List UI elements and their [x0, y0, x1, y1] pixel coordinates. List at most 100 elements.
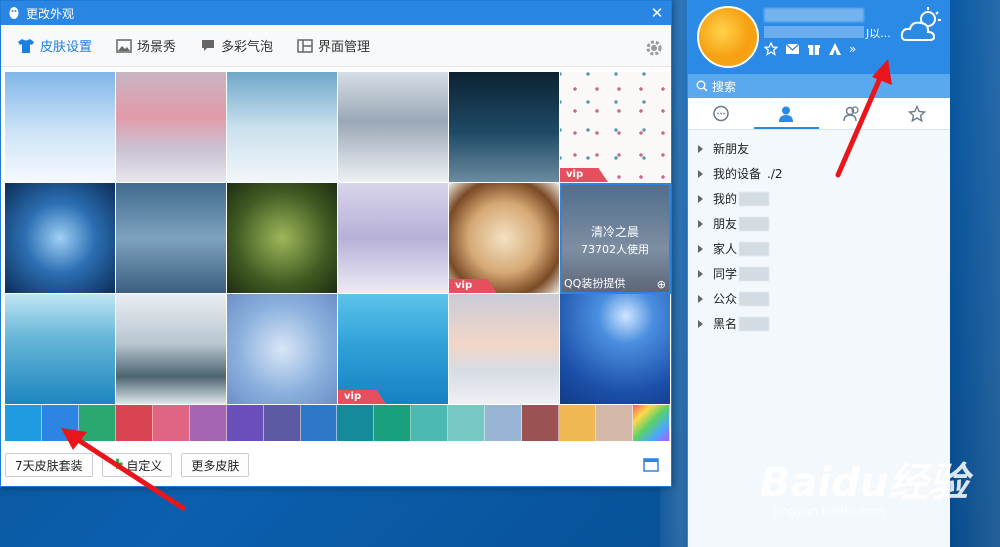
expand-triangle-icon — [698, 169, 703, 178]
baidu-jingyan-watermark: Baidu经验 jingyan.baidu.com — [760, 450, 968, 518]
color-swatch[interactable] — [411, 405, 449, 441]
contact-group[interactable]: 同学 — [688, 261, 950, 286]
contact-group[interactable]: 公众 — [688, 286, 950, 311]
header-icon-row: » — [764, 42, 856, 56]
color-swatch[interactable] — [448, 405, 486, 441]
group-label: 公众 — [713, 292, 738, 306]
skin-tile-sunset-boardwalk[interactable] — [449, 294, 560, 405]
color-swatch[interactable] — [559, 405, 596, 441]
group-label: 我的设备 — [713, 167, 762, 181]
bubble-icon — [202, 40, 215, 51]
picture-icon — [116, 38, 132, 53]
color-swatch[interactable] — [374, 405, 412, 441]
search-placeholder: 搜索 — [712, 79, 737, 94]
tab-label: 场景秀 — [137, 40, 177, 55]
button-label: 更多皮肤 — [191, 458, 240, 473]
expand-triangle-icon — [698, 219, 703, 228]
contact-group[interactable]: 朋友 — [688, 211, 950, 236]
tent-icon[interactable] — [828, 42, 842, 56]
skin-tile-snow-forest[interactable] — [338, 72, 449, 183]
signature-suffix: J以... — [866, 27, 891, 40]
contact-group[interactable]: 新朋友 — [688, 136, 950, 161]
skin-tile-snowman[interactable] — [227, 72, 338, 183]
star-icon[interactable] — [764, 42, 778, 56]
qq-penguin-icon — [9, 7, 19, 19]
skin-thumbnail-grid: vip vip 清冷之晨 73702人使用 QQ装扮提供 ⊕ vip — [5, 72, 671, 405]
skin-tile-cold-morning[interactable]: 清冷之晨 73702人使用 QQ装扮提供 ⊕ — [560, 183, 671, 294]
skin-tile-night-lamp[interactable] — [449, 72, 560, 183]
shirt-icon — [18, 38, 34, 53]
window-preview-icon[interactable] — [643, 458, 659, 472]
blurred-count — [739, 316, 770, 331]
skin-tile-bird-berries[interactable] — [227, 294, 338, 405]
expand-triangle-icon — [698, 269, 703, 278]
group-label: 朋友 — [713, 217, 738, 231]
more-skins-button[interactable]: 更多皮肤 — [181, 453, 250, 477]
contact-group[interactable]: 我的设备 ./2 — [688, 161, 950, 186]
skin-tile-frozen-tree[interactable] — [5, 294, 116, 405]
blurred-count — [739, 266, 770, 281]
skin-tile-dots-pattern[interactable]: vip — [560, 72, 671, 183]
contact-group[interactable]: 家人 — [688, 236, 950, 261]
color-swatch[interactable] — [596, 405, 633, 441]
qq-header: J以... » — [688, 0, 950, 74]
contact-group[interactable]: 黑名 — [688, 311, 950, 336]
color-swatch[interactable] — [300, 405, 338, 441]
blurred-count — [739, 216, 770, 231]
tab-scene-show[interactable]: 场景秀 — [116, 36, 176, 55]
group-label: 我的 — [713, 192, 738, 206]
skin-tile-feather[interactable]: vip — [338, 294, 449, 405]
qq-panel-tabs — [688, 98, 950, 130]
expand-triangle-icon — [698, 244, 703, 253]
vip-badge: vip — [338, 390, 386, 404]
zoom-icon[interactable]: ⊕ — [657, 278, 666, 291]
skin-tile-couple-snow[interactable] — [338, 183, 449, 294]
skin-tile-sky-clouds[interactable] — [5, 72, 116, 183]
skin-tile-latte-snowflake[interactable]: vip — [449, 183, 560, 294]
skin-tile-pine-branch[interactable] — [227, 183, 338, 294]
color-swatch[interactable] — [5, 405, 42, 441]
weather-cloud-sun-icon[interactable] — [900, 6, 942, 44]
color-swatch[interactable] — [522, 405, 560, 441]
avatar[interactable] — [697, 6, 759, 68]
skin-tile-winter-lake[interactable] — [116, 294, 227, 405]
tab-ui-management[interactable]: 界面管理 — [297, 36, 370, 55]
skin-tile-merry-christmas[interactable] — [116, 183, 227, 294]
tab-messages[interactable] — [688, 98, 754, 129]
group-label: 同学 — [713, 267, 738, 281]
blurred-count — [739, 241, 770, 256]
color-swatch[interactable] — [337, 405, 375, 441]
skin-tile-moon-reindeer[interactable] — [560, 294, 671, 405]
skin-tile-snowy-street[interactable] — [116, 72, 227, 183]
chat-bubble-icon — [713, 105, 729, 121]
contact-group[interactable]: 我的 — [688, 186, 950, 211]
layout-icon — [297, 38, 313, 53]
person-icon — [779, 106, 794, 122]
window-title: 更改外观 — [26, 6, 75, 21]
color-swatch[interactable] — [226, 405, 264, 441]
tab-skin-settings[interactable]: 皮肤设置 — [17, 36, 92, 55]
group-label: 新朋友 — [713, 142, 750, 156]
skin-tabs: 皮肤设置 场景秀 多彩气泡 界面管理 — [1, 25, 671, 67]
mail-icon[interactable] — [785, 43, 800, 55]
more-chevron-icon[interactable]: » — [849, 42, 856, 56]
tab-colorful-bubbles[interactable]: 多彩气泡 — [200, 36, 273, 55]
expand-triangle-icon — [698, 194, 703, 203]
close-icon[interactable]: ✕ — [649, 4, 665, 22]
color-swatch[interactable] — [263, 405, 301, 441]
color-swatch[interactable] — [632, 405, 670, 441]
color-swatch[interactable] — [189, 405, 227, 441]
signature-blurred — [764, 26, 864, 38]
color-swatch[interactable] — [485, 405, 523, 441]
red-arrow-annotation — [835, 59, 892, 178]
tab-label: 皮肤设置 — [40, 40, 93, 55]
skin-window-titlebar: 更改外观 ✕ — [1, 1, 671, 25]
gear-icon[interactable] — [645, 39, 663, 57]
gift-icon[interactable] — [807, 42, 821, 56]
skin-name: 清冷之晨 — [590, 225, 639, 239]
group-label: 家人 — [713, 242, 738, 256]
blurred-count — [739, 291, 770, 306]
skin-tile-snowflake-blue[interactable] — [5, 183, 116, 294]
tab-contacts[interactable] — [753, 98, 820, 129]
search-bar[interactable]: 搜索 — [688, 74, 950, 98]
